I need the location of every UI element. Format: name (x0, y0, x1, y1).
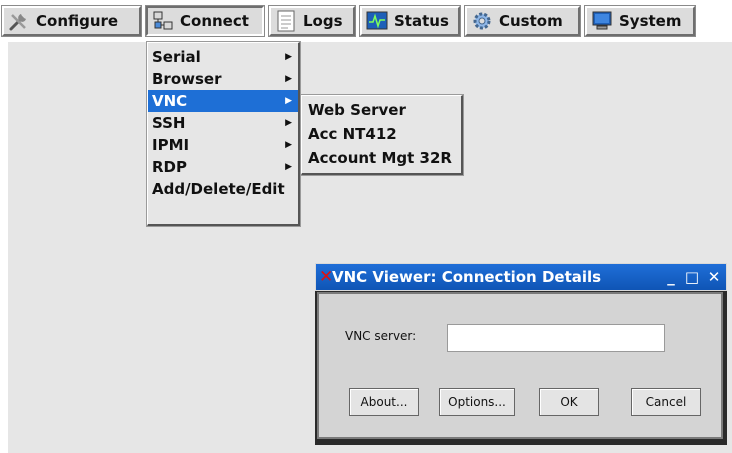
tools-icon (9, 14, 26, 31)
vnc-viewer-dialog: ✕ VNC Viewer: Connection Details _ □ ✕ V… (315, 263, 727, 445)
menu-item-rdp[interactable]: RDP ▶ (148, 156, 298, 178)
system-label: System (619, 12, 682, 30)
cancel-button[interactable]: Cancel (631, 388, 701, 416)
status-label: Status (394, 12, 449, 30)
submenu-arrow-icon: ▶ (285, 118, 292, 128)
connect-icon (153, 11, 173, 30)
custom-label: Custom (499, 12, 563, 30)
gear-icon (473, 12, 491, 30)
submenu-arrow-icon: ▶ (285, 52, 292, 62)
submenu-arrow-icon: ▶ (285, 74, 292, 84)
submenu-item-web-server[interactable]: Web Server (302, 98, 461, 122)
submenu-arrow-icon: ▶ (285, 162, 292, 172)
configure-label: Configure (36, 12, 119, 30)
vnc-submenu: Web Server Acc NT412 Account Mgt 32R (301, 95, 463, 175)
dialog-title: VNC Viewer: Connection Details (332, 268, 602, 286)
configure-button[interactable]: Configure (2, 6, 141, 36)
menu-item-label: Browser (152, 70, 222, 88)
maximize-button[interactable]: □ (683, 268, 701, 286)
menu-item-serial[interactable]: Serial ▶ (148, 46, 298, 68)
menu-item-label: Add/Delete/Edit (152, 180, 285, 198)
menu-item-label: RDP (152, 158, 187, 176)
logs-icon (277, 10, 295, 32)
monitor-icon (592, 11, 612, 30)
status-button[interactable]: Status (360, 6, 460, 36)
menu-item-label: SSH (152, 114, 186, 132)
connect-label: Connect (180, 12, 249, 30)
submenu-arrow-icon: ▶ (285, 96, 292, 106)
vnc-server-input[interactable] (447, 324, 665, 352)
ok-button[interactable]: OK (539, 388, 599, 416)
menu-item-browser[interactable]: Browser ▶ (148, 68, 298, 90)
logs-button[interactable]: Logs (269, 6, 355, 36)
menu-item-ipmi[interactable]: IPMI ▶ (148, 134, 298, 156)
connect-button[interactable]: Connect (146, 6, 264, 36)
menu-item-ssh[interactable]: SSH ▶ (148, 112, 298, 134)
options-button[interactable]: Options... (439, 388, 515, 416)
submenu-item-account-mgt-32r[interactable]: Account Mgt 32R (302, 146, 461, 170)
menu-item-vnc[interactable]: VNC ▶ (148, 90, 298, 112)
dialog-titlebar[interactable]: ✕ VNC Viewer: Connection Details _ □ ✕ (315, 263, 727, 291)
menu-item-label: Serial (152, 48, 201, 66)
submenu-item-label: Acc NT412 (308, 125, 397, 143)
close-button[interactable]: ✕ (705, 268, 723, 286)
submenu-arrow-icon: ▶ (285, 140, 292, 150)
vnc-server-label: VNC server: (345, 329, 417, 343)
connect-menu: Serial ▶ Browser ▶ VNC ▶ SSH ▶ IPMI ▶ RD… (147, 42, 300, 226)
system-button[interactable]: System (585, 6, 695, 36)
minimize-button[interactable]: _ (662, 268, 680, 286)
custom-button[interactable]: Custom (465, 6, 580, 36)
submenu-item-acc-nt412[interactable]: Acc NT412 (302, 122, 461, 146)
toolbar: Configure Connect Logs Status Custom Sys… (0, 0, 732, 42)
menu-item-label: VNC (152, 92, 188, 110)
submenu-item-label: Account Mgt 32R (308, 149, 452, 167)
menu-item-label: IPMI (152, 136, 190, 154)
about-button[interactable]: About... (349, 388, 419, 416)
logs-label: Logs (303, 12, 343, 30)
status-icon (366, 11, 388, 30)
menu-item-add-delete-edit[interactable]: Add/Delete/Edit (148, 178, 298, 200)
dialog-body: VNC server: About... Options... OK Cance… (317, 292, 723, 439)
submenu-item-label: Web Server (308, 101, 406, 119)
